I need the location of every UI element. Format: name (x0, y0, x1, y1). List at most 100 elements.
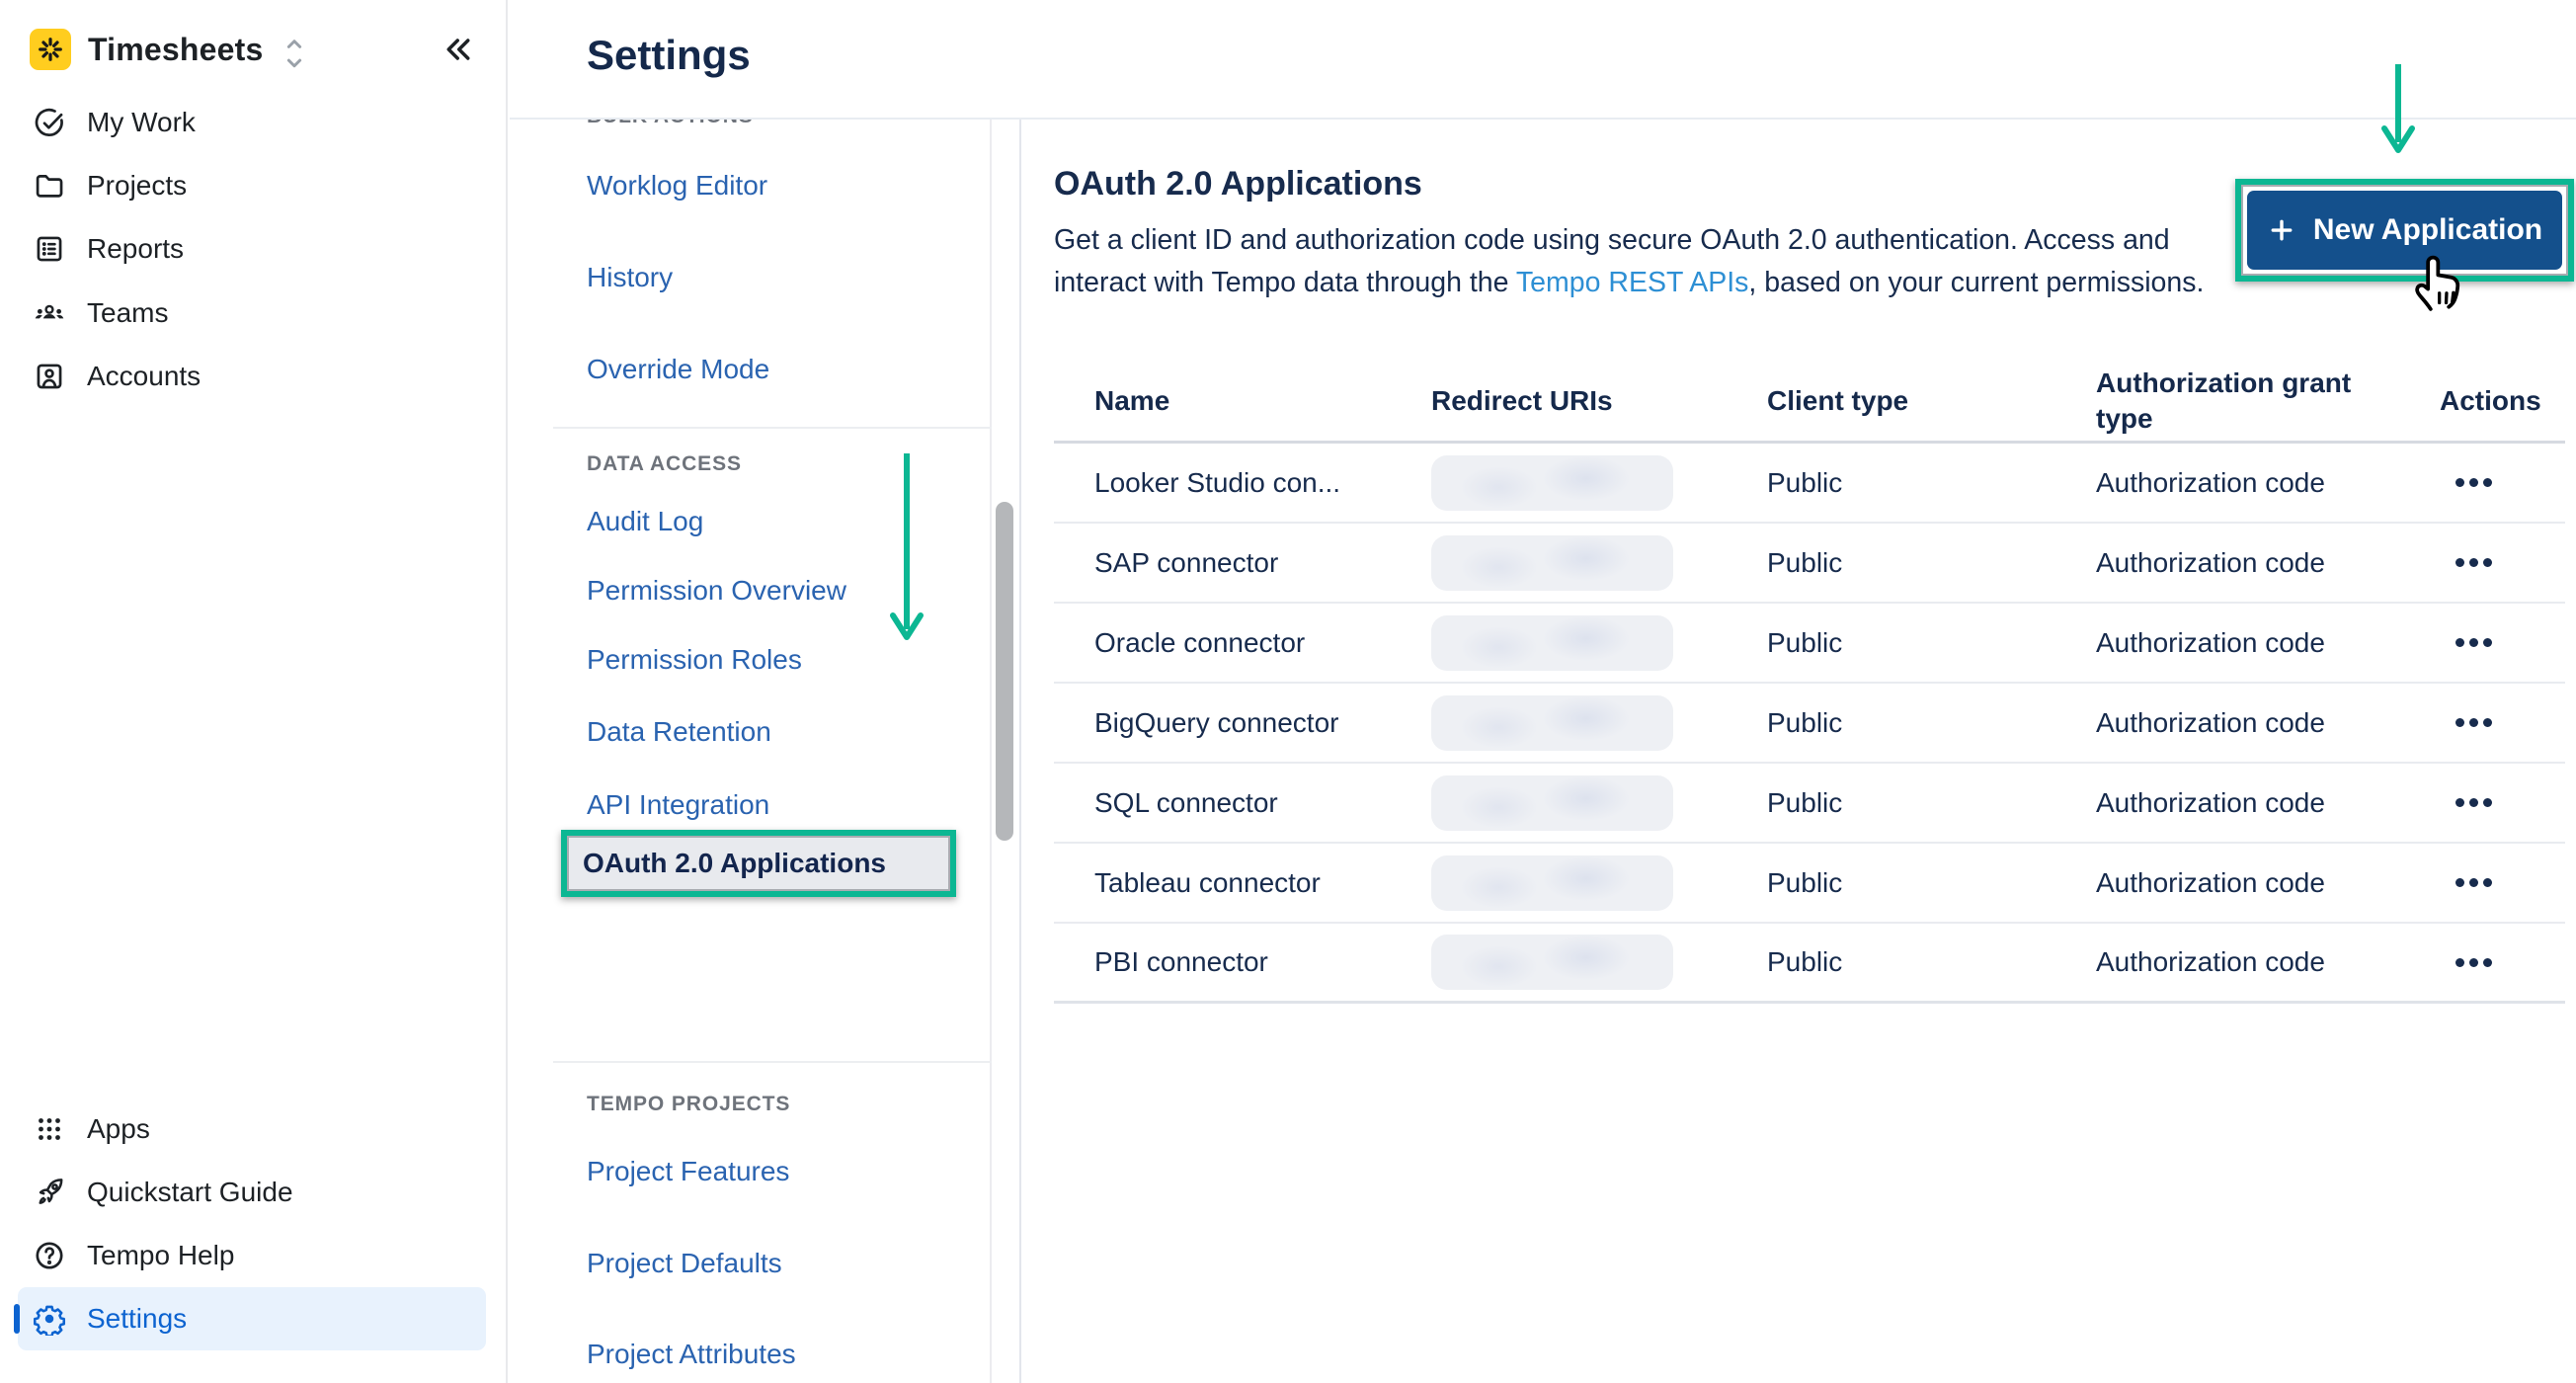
sidebar-item-label: Tempo Help (87, 1240, 234, 1271)
more-actions-button[interactable] (2440, 958, 2565, 967)
sidebar-item-label: Projects (87, 170, 187, 202)
redirect-uri-redacted (1431, 455, 1673, 511)
nav-item-override-mode[interactable]: Override Mode (587, 352, 769, 387)
row-actions-cell (2440, 558, 2565, 567)
grant-type-cell: Authorization code (2096, 547, 2440, 579)
nav-item-worklog-editor[interactable]: Worklog Editor (587, 168, 767, 203)
redirect-uri-redacted (1431, 615, 1673, 671)
client-type-cell: Public (1767, 946, 2096, 978)
nav-divider (553, 1061, 992, 1063)
redirect-uri-redacted (1431, 935, 1673, 990)
sidebar-item-label: Accounts (87, 361, 201, 392)
tempo-settings-app: Timesheets My Work (0, 0, 2576, 1383)
nav-item-audit-log[interactable]: Audit Log (587, 504, 703, 539)
more-actions-button[interactable] (2440, 798, 2565, 807)
app-title: Timesheets (88, 32, 264, 68)
nav-item-project-defaults[interactable]: Project Defaults (587, 1246, 782, 1281)
nav-scrollbar-thumb[interactable] (996, 502, 1013, 841)
row-actions-cell (2440, 958, 2565, 967)
more-actions-button[interactable] (2440, 638, 2565, 647)
new-application-button[interactable]: New Application (2247, 191, 2562, 270)
oauth-table-body: Looker Studio con... Public Authorizatio… (1054, 444, 2565, 1004)
sidebar-item-label: Settings (87, 1303, 187, 1335)
section-description: Get a client ID and authorization code u… (1054, 219, 2234, 304)
active-indicator-bar (14, 1304, 20, 1334)
nav-item-permission-overview[interactable]: Permission Overview (587, 573, 846, 609)
report-list-icon (33, 232, 66, 266)
settings-nav: BULK ACTIONS Worklog Editor History Over… (510, 120, 992, 1383)
more-actions-button[interactable] (2440, 478, 2565, 487)
row-actions-cell (2440, 718, 2565, 727)
redirect-uri-cell (1431, 775, 1767, 831)
plus-icon (2267, 215, 2296, 245)
annotation-arrow-down-nav (885, 449, 928, 657)
help-circle-icon (33, 1239, 66, 1272)
sidebar-item-label: My Work (87, 107, 196, 138)
table-row: SQL connector Public Authorization code (1054, 764, 2565, 844)
app-name-cell: Looker Studio con... (1054, 467, 1431, 499)
grant-type-cell: Authorization code (2096, 627, 2440, 659)
sidebar-item-my-work[interactable]: My Work (18, 91, 486, 154)
sidebar-item-apps[interactable]: Apps (18, 1098, 486, 1161)
redirect-uri-cell (1431, 535, 1767, 591)
client-type-cell: Public (1767, 867, 2096, 899)
client-type-cell: Public (1767, 707, 2096, 739)
check-circle-icon (33, 106, 66, 139)
redirect-uri-cell (1431, 855, 1767, 911)
oauth-applications-panel: OAuth 2.0 Applications Get a client ID a… (1021, 120, 2576, 1383)
sidebar-item-label: Apps (87, 1113, 150, 1145)
redirect-uri-cell (1431, 455, 1767, 511)
grid-dots-icon (33, 1112, 66, 1146)
section-heading: OAuth 2.0 Applications (1054, 165, 1422, 203)
nav-item-project-attributes[interactable]: Project Attributes (587, 1337, 796, 1372)
sidebar-item-quickstart-guide[interactable]: Quickstart Guide (18, 1161, 486, 1224)
annotation-box-new-application: New Application (2235, 179, 2574, 282)
more-actions-button[interactable] (2440, 558, 2565, 567)
app-name-cell: Oracle connector (1054, 627, 1431, 659)
grant-type-cell: Authorization code (2096, 946, 2440, 978)
sidebar-item-label: Teams (87, 297, 168, 329)
nav-item-data-retention[interactable]: Data Retention (587, 714, 771, 750)
chevron-up-down-icon[interactable] (280, 33, 309, 66)
app-name-cell: SAP connector (1054, 547, 1431, 579)
folder-icon (33, 169, 66, 203)
nav-item-oauth-applications[interactable]: OAuth 2.0 Applications (567, 836, 950, 891)
table-row: Tableau connector Public Authorization c… (1054, 844, 2565, 924)
more-actions-button[interactable] (2440, 878, 2565, 887)
grant-type-cell: Authorization code (2096, 467, 2440, 499)
app-name-cell: PBI connector (1054, 946, 1431, 978)
nav-item-label: OAuth 2.0 Applications (583, 848, 886, 879)
tempo-rest-apis-link[interactable]: Tempo REST APIs (1516, 267, 1749, 298)
app-name-cell: BigQuery connector (1054, 707, 1431, 739)
oauth-applications-table: Name Redirect URIs Client type Authoriza… (1054, 362, 2565, 1004)
hand-cursor-icon (2408, 243, 2469, 316)
annotation-arrow-down-button (2376, 61, 2420, 168)
table-row: SAP connector Public Authorization code (1054, 524, 2565, 604)
grant-type-cell: Authorization code (2096, 787, 2440, 819)
page-header: Settings (510, 0, 2576, 120)
person-badge-icon (33, 360, 66, 393)
nav-item-project-features[interactable]: Project Features (587, 1154, 789, 1189)
column-header-name: Name (1054, 385, 1431, 417)
double-chevron-left-icon[interactable] (441, 32, 476, 67)
redirect-uri-redacted (1431, 775, 1673, 831)
sidebar-item-teams[interactable]: Teams (18, 282, 486, 345)
annotation-box-oauth-nav-item: OAuth 2.0 Applications (561, 830, 956, 897)
sidebar-item-reports[interactable]: Reports (18, 217, 486, 281)
client-type-cell: Public (1767, 467, 2096, 499)
tempo-logo-icon (30, 29, 71, 70)
nav-item-api-integration[interactable]: API Integration (587, 787, 769, 823)
nav-item-permission-roles[interactable]: Permission Roles (587, 642, 802, 678)
sidebar-item-accounts[interactable]: Accounts (18, 345, 486, 408)
gear-icon (33, 1302, 66, 1336)
sidebar-item-projects[interactable]: Projects (18, 154, 486, 217)
app-name-cell: Tableau connector (1054, 867, 1431, 899)
sidebar-item-settings[interactable]: Settings (18, 1287, 486, 1350)
row-actions-cell (2440, 638, 2565, 647)
more-actions-button[interactable] (2440, 718, 2565, 727)
table-row: BigQuery connector Public Authorization … (1054, 684, 2565, 764)
sidebar-item-label: Reports (87, 233, 184, 265)
nav-item-history[interactable]: History (587, 260, 673, 295)
column-header-redirect-uris: Redirect URIs (1431, 385, 1767, 417)
sidebar-item-tempo-help[interactable]: Tempo Help (18, 1224, 486, 1287)
